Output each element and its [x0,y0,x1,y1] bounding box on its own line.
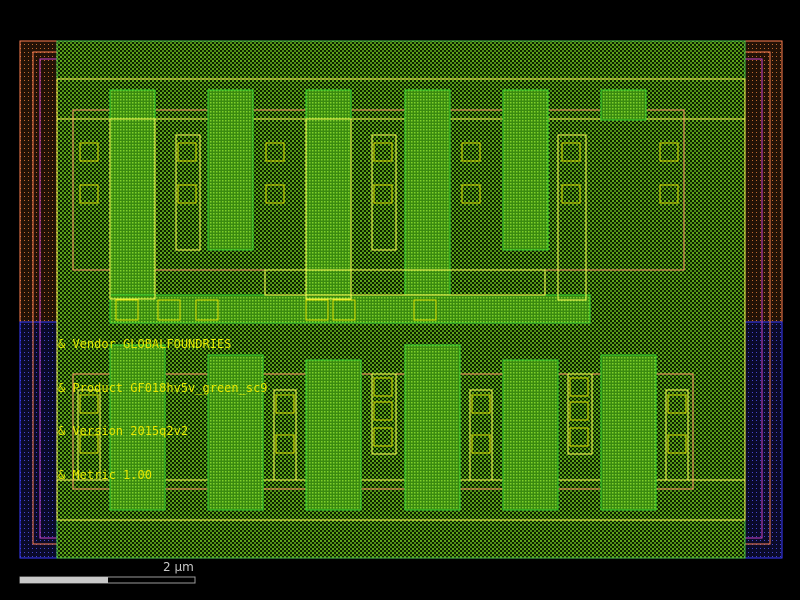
poly-gate [207,354,264,511]
version-annotation: & Version 2015q2v2 [58,424,188,438]
poly-gate [502,359,559,511]
scale-bar-fill [20,577,108,583]
poly-gate [109,89,156,301]
scale-bar-label: 2 µm [163,560,194,574]
vendor-annotation: & Vendor GLOBALFOUNDRIES [58,337,231,351]
scale-bar: 2 µm [19,560,196,584]
poly-gate [502,89,549,251]
product-annotation: & Product GF018hv5v_green_sc9 [58,381,268,395]
poly-gate [600,354,657,511]
poly-gate [404,344,461,511]
poly-gate [305,89,352,301]
poly-gate [207,89,254,251]
poly-gate [404,89,451,301]
poly-gate [305,359,362,511]
poly-gate [600,89,647,121]
metric-annotation: & Metric 1.00 [58,468,152,482]
layout-canvas: & Vendor GLOBALFOUNDRIES & Product GF018… [19,40,783,584]
